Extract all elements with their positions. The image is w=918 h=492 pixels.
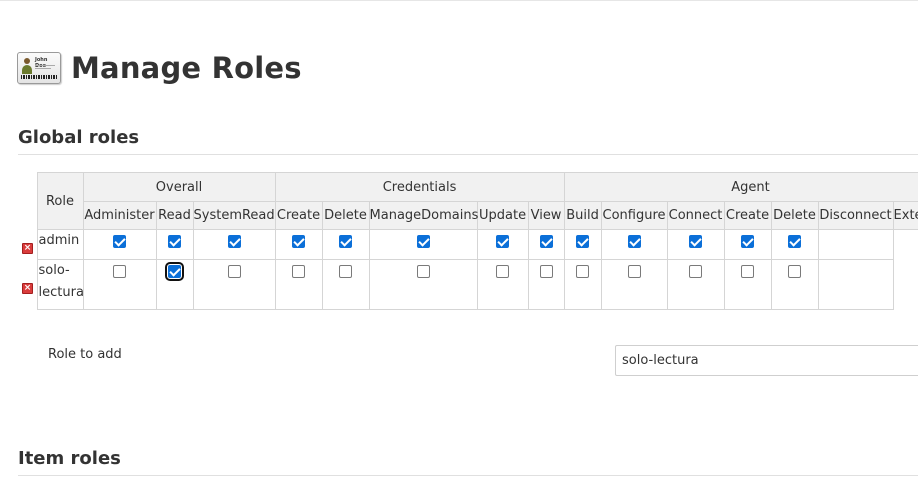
permission-checkbox[interactable] [576, 235, 590, 248]
global-roles-table: Role Overall Credentials Agent Administe… [17, 172, 918, 310]
permission-checkbox[interactable] [168, 235, 181, 248]
permission-cell [666, 259, 725, 310]
permission-cell [155, 229, 194, 260]
permission-cell [600, 259, 668, 310]
permission-checkbox[interactable] [689, 265, 703, 278]
perm-header-agent-build: Build [563, 201, 602, 230]
perm-header-credentials-update: Update [476, 201, 529, 230]
perm-header-overall-systemread: SystemRead [192, 201, 276, 230]
perm-header-agent-create: Create [723, 201, 772, 230]
permission-checkbox[interactable] [416, 265, 430, 278]
perm-header-credentials-create: Create [274, 201, 323, 230]
role-name: solo-lectura [36, 259, 84, 310]
permission-cell [321, 259, 370, 310]
permission-cell [274, 259, 323, 310]
item-roles-heading: Item roles [18, 448, 918, 476]
permission-cell [476, 229, 529, 260]
group-header-overall: Overall [82, 172, 276, 202]
permission-cell [723, 229, 772, 260]
permission-cell [155, 259, 194, 310]
permission-cell [527, 259, 565, 310]
permission-cell [563, 259, 602, 310]
permission-checkbox[interactable] [788, 265, 802, 278]
permission-checkbox[interactable] [339, 265, 353, 278]
perm-header-credentials-managedomains: ManageDomains [368, 201, 478, 230]
role-column-header: Role [36, 172, 84, 230]
permission-cell [192, 259, 276, 310]
permission-cell [817, 259, 894, 310]
group-header-credentials: Credentials [274, 172, 565, 202]
perm-header-agent-configure: Configure [600, 201, 668, 230]
permission-cell [82, 259, 157, 310]
role-to-add-label: Role to add [48, 347, 122, 362]
permission-checkbox[interactable] [496, 235, 510, 248]
permission-cell [274, 229, 323, 260]
page-title: Manage Roles [71, 51, 302, 85]
permission-cell [563, 229, 602, 260]
permission-checkbox[interactable] [292, 265, 306, 278]
permission-cell [600, 229, 668, 260]
permission-checkbox[interactable] [741, 235, 755, 248]
permission-checkbox[interactable] [113, 235, 126, 248]
perm-header-agent-disconnect: Disconnect [817, 201, 894, 230]
page-header: John Doe Manage Roles [17, 46, 302, 90]
perm-header-agent-delete: Delete [770, 201, 819, 230]
global-roles-table-wrap: Role Overall Credentials Agent Administe… [17, 172, 918, 310]
permission-checkbox[interactable] [539, 235, 553, 248]
id-card-icon: John Doe [17, 52, 61, 84]
perm-header-credentials-view: View [527, 201, 565, 230]
permission-cell [192, 229, 276, 260]
permission-checkbox[interactable] [496, 265, 510, 278]
role-name: admin [36, 229, 84, 260]
permission-checkbox[interactable] [539, 265, 553, 278]
perm-header-credentials-delete: Delete [321, 201, 370, 230]
permission-cell [321, 229, 370, 260]
permission-checkbox[interactable] [227, 265, 241, 278]
delete-icon[interactable]: × [22, 242, 33, 254]
permission-checkbox[interactable] [339, 235, 353, 248]
permission-cell [476, 259, 529, 310]
group-header-agent: Agent [563, 172, 918, 202]
permission-checkbox[interactable] [113, 265, 126, 278]
delete-cell: × [17, 229, 37, 260]
permission-checkbox[interactable] [627, 265, 641, 278]
permission-cell [82, 229, 157, 260]
perm-header-overall-administer: Administer [82, 201, 157, 230]
role-row: × admin [17, 229, 918, 260]
perm-header-agent-extended: Exte [892, 201, 918, 230]
perm-header-overall-read: Read [155, 201, 194, 230]
role-to-add-input[interactable] [615, 345, 918, 376]
permission-checkbox[interactable] [627, 235, 641, 248]
permission-checkbox[interactable] [689, 235, 703, 248]
permission-cell [817, 229, 894, 260]
permission-checkbox[interactable] [741, 265, 755, 278]
top-border [0, 0, 918, 1]
permission-cell [368, 229, 478, 260]
permission-checkbox[interactable] [292, 235, 306, 248]
permission-checkbox[interactable] [788, 235, 802, 248]
role-row: × solo-lectura [17, 259, 918, 310]
global-roles-heading: Global roles [18, 127, 918, 155]
permission-cell [368, 259, 478, 310]
permission-checkbox[interactable] [576, 265, 590, 278]
permission-checkbox[interactable] [227, 235, 241, 248]
delete-column-header [17, 172, 37, 230]
permission-cell [723, 259, 772, 310]
permission-cell [527, 229, 565, 260]
permission-cell [770, 229, 819, 260]
permission-cell [666, 229, 725, 260]
delete-icon[interactable]: × [22, 282, 33, 294]
permission-cell [770, 259, 819, 310]
permission-checkbox[interactable] [165, 262, 184, 281]
permission-checkbox[interactable] [416, 235, 430, 248]
delete-cell: × [17, 259, 37, 310]
perm-header-agent-connect: Connect [666, 201, 725, 230]
